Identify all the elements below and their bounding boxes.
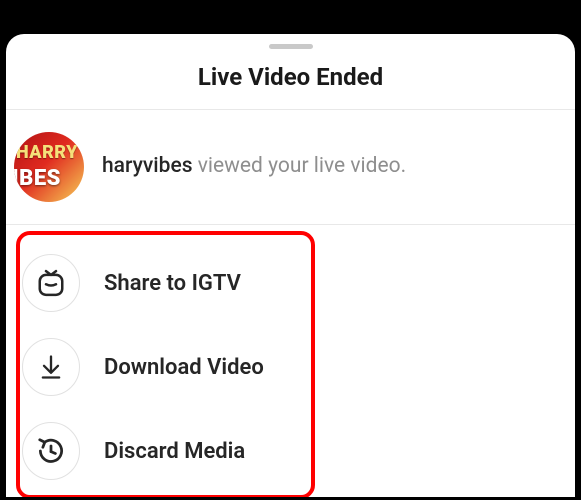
avatar: HARRY IBES bbox=[14, 132, 84, 202]
viewer-row[interactable]: HARRY IBES haryvibes viewed your live vi… bbox=[6, 110, 575, 224]
viewer-text: haryvibes viewed your live video. bbox=[102, 153, 406, 180]
options-list: Share to IGTV Download Video bbox=[6, 225, 575, 497]
download-video-button[interactable]: Download Video bbox=[20, 325, 565, 409]
page-title: Live Video Ended bbox=[6, 63, 575, 109]
viewer-username: haryvibes bbox=[102, 154, 193, 178]
drag-handle[interactable] bbox=[269, 44, 313, 49]
discard-media-button[interactable]: Discard Media bbox=[20, 409, 565, 493]
igtv-icon bbox=[22, 254, 80, 312]
option-label: Discard Media bbox=[104, 439, 245, 464]
option-label: Share to IGTV bbox=[104, 271, 241, 296]
viewer-suffix: viewed your live video. bbox=[193, 154, 407, 178]
bottom-sheet: Live Video Ended HARRY IBES haryvibes vi… bbox=[6, 34, 575, 497]
discard-icon bbox=[22, 422, 80, 480]
download-icon bbox=[22, 338, 80, 396]
option-label: Download Video bbox=[104, 355, 264, 380]
share-to-igtv-button[interactable]: Share to IGTV bbox=[20, 241, 565, 325]
